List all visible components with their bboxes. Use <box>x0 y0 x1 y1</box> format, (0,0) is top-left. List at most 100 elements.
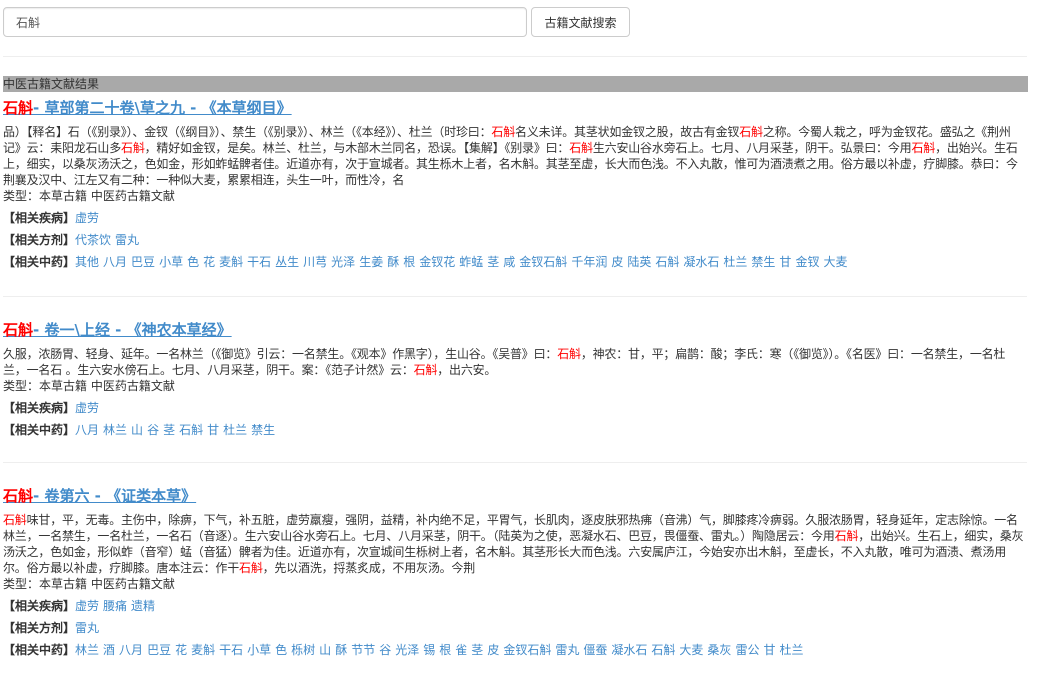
highlight-keyword: 石斛 <box>557 347 581 361</box>
highlight-keyword: 石斛 <box>3 513 27 527</box>
related-link[interactable]: 酒 <box>103 643 115 657</box>
related-link[interactable]: 雷公 <box>735 643 759 657</box>
related-link[interactable]: 光泽 <box>331 255 355 269</box>
related-link[interactable]: 陆英 <box>627 255 651 269</box>
related-link[interactable]: 茎 <box>487 255 499 269</box>
related-link[interactable]: 雷丸 <box>115 233 139 247</box>
result-excerpt: 久服，浓肠胃、轻身、延年。一名林兰（《御览》引云：一名禁生。《观本》作黑字），生… <box>3 346 1028 378</box>
highlight-keyword: 石斛 <box>121 141 145 155</box>
title-text: - 草部第二十卷\草之九 - 《本草纲目》 <box>33 99 292 117</box>
related-link[interactable]: 金钗 <box>795 255 819 269</box>
related-link[interactable]: 腰痛 <box>103 599 127 613</box>
related-link[interactable]: 酥 <box>335 643 347 657</box>
related-link[interactable]: 麦斛 <box>191 643 215 657</box>
related-link[interactable]: 遗精 <box>131 599 155 613</box>
related-label: 【相关中药】 <box>3 423 76 437</box>
result-title-link[interactable]: 石斛- 草部第二十卷\草之九 - 《本草纲目》 <box>3 98 292 118</box>
related-label: 【相关疾病】 <box>3 599 76 613</box>
divider <box>3 462 1027 463</box>
related-link[interactable]: 谷 <box>379 643 391 657</box>
excerpt-text: 名义未详。其茎状如金钗之股，故古有金钗 <box>515 125 740 139</box>
related-link[interactable]: 杜兰 <box>723 255 747 269</box>
related-link[interactable]: 根 <box>439 643 451 657</box>
related-link[interactable]: 巴豆 <box>131 255 155 269</box>
related-link[interactable]: 花 <box>175 643 187 657</box>
related-link[interactable]: 色 <box>275 643 287 657</box>
related-link[interactable]: 皮 <box>487 643 499 657</box>
related-link[interactable]: 锡 <box>423 643 435 657</box>
related-link[interactable]: 谷 <box>147 423 159 437</box>
related-link[interactable]: 八月 <box>103 255 127 269</box>
related-link[interactable]: 石斛 <box>655 255 679 269</box>
related-link[interactable]: 丛生 <box>275 255 299 269</box>
related-link[interactable]: 虚劳 <box>75 211 99 225</box>
search-input[interactable] <box>3 7 527 37</box>
related-link[interactable]: 花 <box>203 255 215 269</box>
related-link[interactable]: 根 <box>403 255 415 269</box>
related-link[interactable]: 桑灰 <box>707 643 731 657</box>
related-link[interactable]: 大麦 <box>823 255 847 269</box>
related-link[interactable]: 八月 <box>75 423 99 437</box>
related-link[interactable]: 巴豆 <box>147 643 171 657</box>
related-link[interactable]: 八月 <box>119 643 143 657</box>
related-link[interactable]: 杜兰 <box>779 643 803 657</box>
related-link[interactable]: 小草 <box>159 255 183 269</box>
related-link[interactable]: 金钗花 <box>419 255 455 269</box>
related-link[interactable]: 雀 <box>455 643 467 657</box>
related-link[interactable]: 虚劳 <box>75 599 99 613</box>
related-link[interactable]: 大麦 <box>679 643 703 657</box>
divider <box>3 296 1027 297</box>
result-entry: 石斛- 卷一\上经 - 《神农本草经》 久服，浓肠胃、轻身、延年。一名林兰（《御览… <box>3 320 1028 438</box>
related-link[interactable]: 生姜 <box>359 255 383 269</box>
title-text: - 卷第六 - 《证类本草》 <box>33 487 197 505</box>
related-link[interactable]: 甘 <box>207 423 219 437</box>
related-link[interactable]: 川芎 <box>303 255 327 269</box>
related-link[interactable]: 甘 <box>779 255 791 269</box>
related-link[interactable]: 麦斛 <box>219 255 243 269</box>
related-link[interactable]: 干石 <box>247 255 271 269</box>
related-link[interactable]: 僵蚕 <box>583 643 607 657</box>
related-link[interactable]: 禁生 <box>251 423 275 437</box>
related-link[interactable]: 色 <box>187 255 199 269</box>
related-link[interactable]: 光泽 <box>395 643 419 657</box>
related-link[interactable]: 凝水石 <box>611 643 647 657</box>
related-link[interactable]: 林兰 <box>103 423 127 437</box>
related-row: 【相关疾病】虚劳 腰痛 遗精 <box>3 598 1028 614</box>
related-link[interactable]: 甘 <box>763 643 775 657</box>
related-link[interactable]: 茎 <box>471 643 483 657</box>
related-link[interactable]: 杜兰 <box>223 423 247 437</box>
related-link[interactable]: 石斛 <box>651 643 675 657</box>
highlight-keyword: 石斛 <box>239 561 263 575</box>
related-link[interactable]: 皮 <box>611 255 623 269</box>
result-title-link[interactable]: 石斛- 卷一\上经 - 《神农本草经》 <box>3 320 232 340</box>
related-row: 【相关中药】林兰酒八月 巴豆花麦斛 干石 小草色栎树山酥节节谷光泽锡根雀茎皮金钗石斛雷… <box>3 642 1028 658</box>
related-link[interactable]: 金钗石斛 <box>503 643 551 657</box>
search-button[interactable]: 古籍文献搜索 <box>531 7 630 37</box>
related-link[interactable]: 茎 <box>163 423 175 437</box>
related-link[interactable]: 蚱蜢 <box>459 255 483 269</box>
excerpt-text: 品）【释名】石（《别录》）、金钗（《纲目》）、禁生（《别录》）、林兰（《本经》）… <box>3 125 492 139</box>
related-link[interactable]: 酥 <box>387 255 399 269</box>
related-link[interactable]: 干石 <box>219 643 243 657</box>
related-link[interactable]: 咸 <box>503 255 515 269</box>
result-title-link[interactable]: 石斛- 卷第六 - 《证类本草》 <box>3 486 196 506</box>
related-link[interactable]: 金钗石斛 <box>519 255 567 269</box>
related-link[interactable]: 山 <box>131 423 143 437</box>
highlight-keyword: 石斛 <box>911 141 936 155</box>
related-link[interactable]: 雷丸 <box>555 643 579 657</box>
related-link[interactable]: 节节 <box>351 643 375 657</box>
related-link[interactable]: 山 <box>319 643 331 657</box>
title-text: - 卷一\上经 - 《神农本草经》 <box>33 321 232 339</box>
related-link[interactable]: 林兰 <box>75 643 99 657</box>
related-link[interactable]: 其他 <box>75 255 99 269</box>
related-link[interactable]: 石斛 <box>179 423 203 437</box>
related-link[interactable]: 栎树 <box>291 643 315 657</box>
related-link[interactable]: 凝水石 <box>683 255 719 269</box>
related-link[interactable]: 虚劳 <box>75 401 99 415</box>
related-link[interactable]: 小草 <box>247 643 271 657</box>
related-link[interactable]: 禁生 <box>751 255 775 269</box>
related-link[interactable]: 千年润 <box>571 255 607 269</box>
result-entry: 石斛- 卷第六 - 《证类本草》 石斛味甘，平，无毒。主伤中，除痹，下气，补五脏，… <box>3 486 1028 658</box>
related-link[interactable]: 雷丸 <box>75 621 99 635</box>
related-link[interactable]: 代茶饮 <box>75 233 111 247</box>
